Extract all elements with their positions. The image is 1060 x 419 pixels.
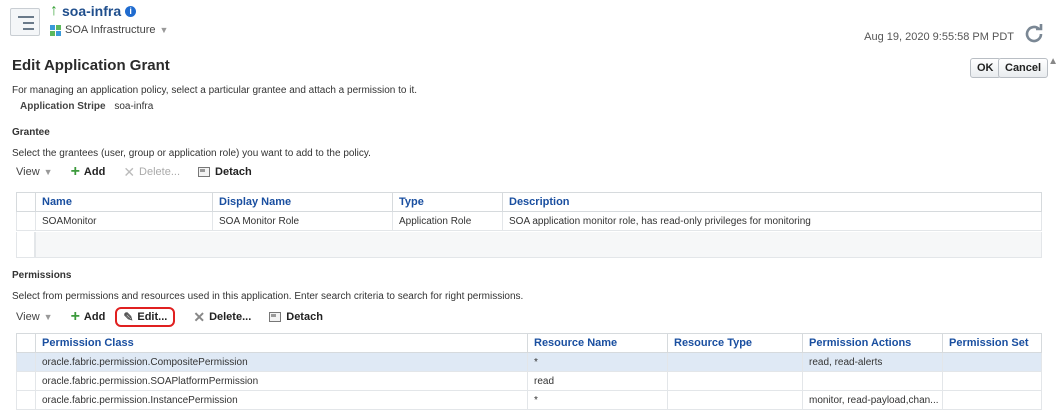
- page-title: Edit Application Grant: [12, 57, 170, 74]
- chevron-down-icon: ▼: [43, 312, 53, 322]
- view-label: View: [16, 311, 40, 323]
- application-stripe-value: soa-infra: [114, 101, 154, 112]
- grantee-toolbar: View ▼ + Add ✕ Delete... Detach: [16, 163, 270, 181]
- resource-type-cell: [667, 352, 803, 372]
- resource-name-cell: *: [527, 352, 668, 372]
- grantee-view-menu[interactable]: View ▼: [16, 166, 53, 178]
- chevron-down-icon: ▼: [43, 167, 53, 177]
- column-header-type[interactable]: Type: [392, 192, 503, 212]
- detach-label: Detach: [286, 311, 323, 323]
- soa-infrastructure-icon: [50, 24, 61, 36]
- up-arrow-icon[interactable]: ↑: [50, 3, 58, 19]
- column-header-resource-name[interactable]: Resource Name: [527, 333, 668, 353]
- permission-set-cell: [942, 390, 1042, 410]
- permission-set-cell: [942, 352, 1042, 372]
- pencil-icon: ✎: [123, 310, 134, 324]
- target-title-row: ↑ soa-infra i: [50, 2, 137, 20]
- view-label: View: [16, 166, 40, 178]
- target-name[interactable]: soa-infra: [62, 3, 121, 19]
- grantee-empty-selector: [16, 232, 35, 258]
- grantee-type-cell: Application Role: [392, 211, 503, 231]
- edit-label: Edit...: [137, 311, 168, 323]
- column-header-permission-actions[interactable]: Permission Actions: [802, 333, 943, 353]
- resource-type-cell: [667, 390, 803, 410]
- permissions-edit-button[interactable]: ✎ Edit...: [115, 307, 176, 327]
- table-row[interactable]: SOAMonitor SOA Monitor Role Application …: [16, 211, 1042, 231]
- delete-icon: ✕: [123, 163, 136, 180]
- target-menu-label: SOA Infrastructure: [65, 24, 156, 36]
- table-row[interactable]: oracle.fabric.permission.InstancePermiss…: [16, 390, 1042, 410]
- row-selector[interactable]: [16, 390, 36, 410]
- scroll-up-icon[interactable]: ▲: [1048, 56, 1058, 67]
- add-label: Add: [83, 311, 106, 323]
- grantee-table: Name Display Name Type Description SOAMo…: [16, 192, 1042, 231]
- permissions-header-row: Permission Class Resource Name Resource …: [16, 333, 1042, 353]
- row-selector-header: [16, 192, 36, 212]
- permissions-delete-button[interactable]: ✕ Delete...: [193, 309, 251, 326]
- resource-name-cell: read: [527, 371, 668, 391]
- grantee-description: Select the grantees (user, group or appl…: [12, 148, 371, 159]
- detach-icon: [269, 312, 282, 322]
- detach-icon: [198, 167, 211, 177]
- table-row[interactable]: oracle.fabric.permission.SOAPlatformPerm…: [16, 371, 1042, 391]
- ok-button[interactable]: OK: [970, 58, 1001, 78]
- column-header-description[interactable]: Description: [502, 192, 1042, 212]
- top-bar: ↑ soa-infra i SOA Infrastructure ▼ Aug 1…: [0, 0, 1060, 52]
- grantee-name-cell: SOAMonitor: [35, 211, 213, 231]
- permission-actions-cell: [802, 371, 943, 391]
- add-label: Add: [83, 166, 106, 178]
- permission-class-cell: oracle.fabric.permission.InstancePermiss…: [35, 390, 528, 410]
- application-stripe: Application Stripe soa-infra: [20, 101, 153, 112]
- refresh-icon[interactable]: [1022, 22, 1046, 46]
- grantee-display-name-cell: SOA Monitor Role: [212, 211, 393, 231]
- page-description: For managing an application policy, sele…: [12, 85, 418, 96]
- grantee-empty-area: [35, 232, 1042, 258]
- delete-label: Delete...: [139, 166, 181, 178]
- add-icon: +: [70, 163, 80, 180]
- permissions-description: Select from permissions and resources us…: [12, 291, 524, 302]
- table-row[interactable]: oracle.fabric.permission.CompositePermis…: [16, 352, 1042, 372]
- grantee-detach-button[interactable]: Detach: [198, 166, 252, 178]
- delete-icon: ✕: [193, 308, 206, 325]
- target-menu[interactable]: SOA Infrastructure ▼: [50, 22, 168, 38]
- delete-label: Delete...: [209, 311, 252, 323]
- chevron-down-icon: ▼: [159, 25, 169, 35]
- permission-actions-cell: monitor, read-payload,chan...: [802, 390, 943, 410]
- permissions-heading: Permissions: [12, 270, 72, 281]
- grantee-add-button[interactable]: + Add: [70, 163, 106, 180]
- grantee-header-row: Name Display Name Type Description: [16, 192, 1042, 212]
- permission-class-cell: oracle.fabric.permission.CompositePermis…: [35, 352, 528, 372]
- info-icon[interactable]: i: [125, 5, 137, 17]
- row-selector[interactable]: [16, 211, 36, 231]
- grantee-description-cell: SOA application monitor role, has read-o…: [502, 211, 1042, 231]
- resource-name-cell: *: [527, 390, 668, 410]
- application-stripe-label: Application Stripe: [20, 101, 106, 112]
- grantee-heading: Grantee: [12, 127, 50, 138]
- add-icon: +: [70, 308, 80, 325]
- resource-type-cell: [667, 371, 803, 391]
- column-header-display-name[interactable]: Display Name: [212, 192, 393, 212]
- column-header-resource-type[interactable]: Resource Type: [667, 333, 803, 353]
- column-header-name[interactable]: Name: [35, 192, 213, 212]
- detach-label: Detach: [215, 166, 252, 178]
- page-refresh-timestamp: Aug 19, 2020 9:55:58 PM PDT: [864, 31, 1014, 43]
- permissions-detach-button[interactable]: Detach: [269, 311, 323, 323]
- permissions-view-menu[interactable]: View ▼: [16, 311, 53, 323]
- cancel-button[interactable]: Cancel: [998, 58, 1049, 78]
- permissions-table: Permission Class Resource Name Resource …: [16, 333, 1042, 410]
- column-header-permission-class[interactable]: Permission Class: [35, 333, 528, 353]
- permission-actions-cell: read, read-alerts: [802, 352, 943, 372]
- permission-set-cell: [942, 371, 1042, 391]
- column-header-permission-set[interactable]: Permission Set: [942, 333, 1042, 353]
- row-selector[interactable]: [16, 371, 36, 391]
- permissions-add-button[interactable]: + Add: [70, 308, 106, 325]
- row-selector-header: [16, 333, 36, 353]
- permission-class-cell: oracle.fabric.permission.SOAPlatformPerm…: [35, 371, 528, 391]
- grantee-delete-button[interactable]: ✕ Delete...: [123, 164, 180, 181]
- permissions-toolbar: View ▼ + Add ✎ Edit... ✕ Delete... Detac…: [16, 307, 341, 327]
- row-selector[interactable]: [16, 352, 36, 372]
- navigator-icon[interactable]: [10, 8, 40, 36]
